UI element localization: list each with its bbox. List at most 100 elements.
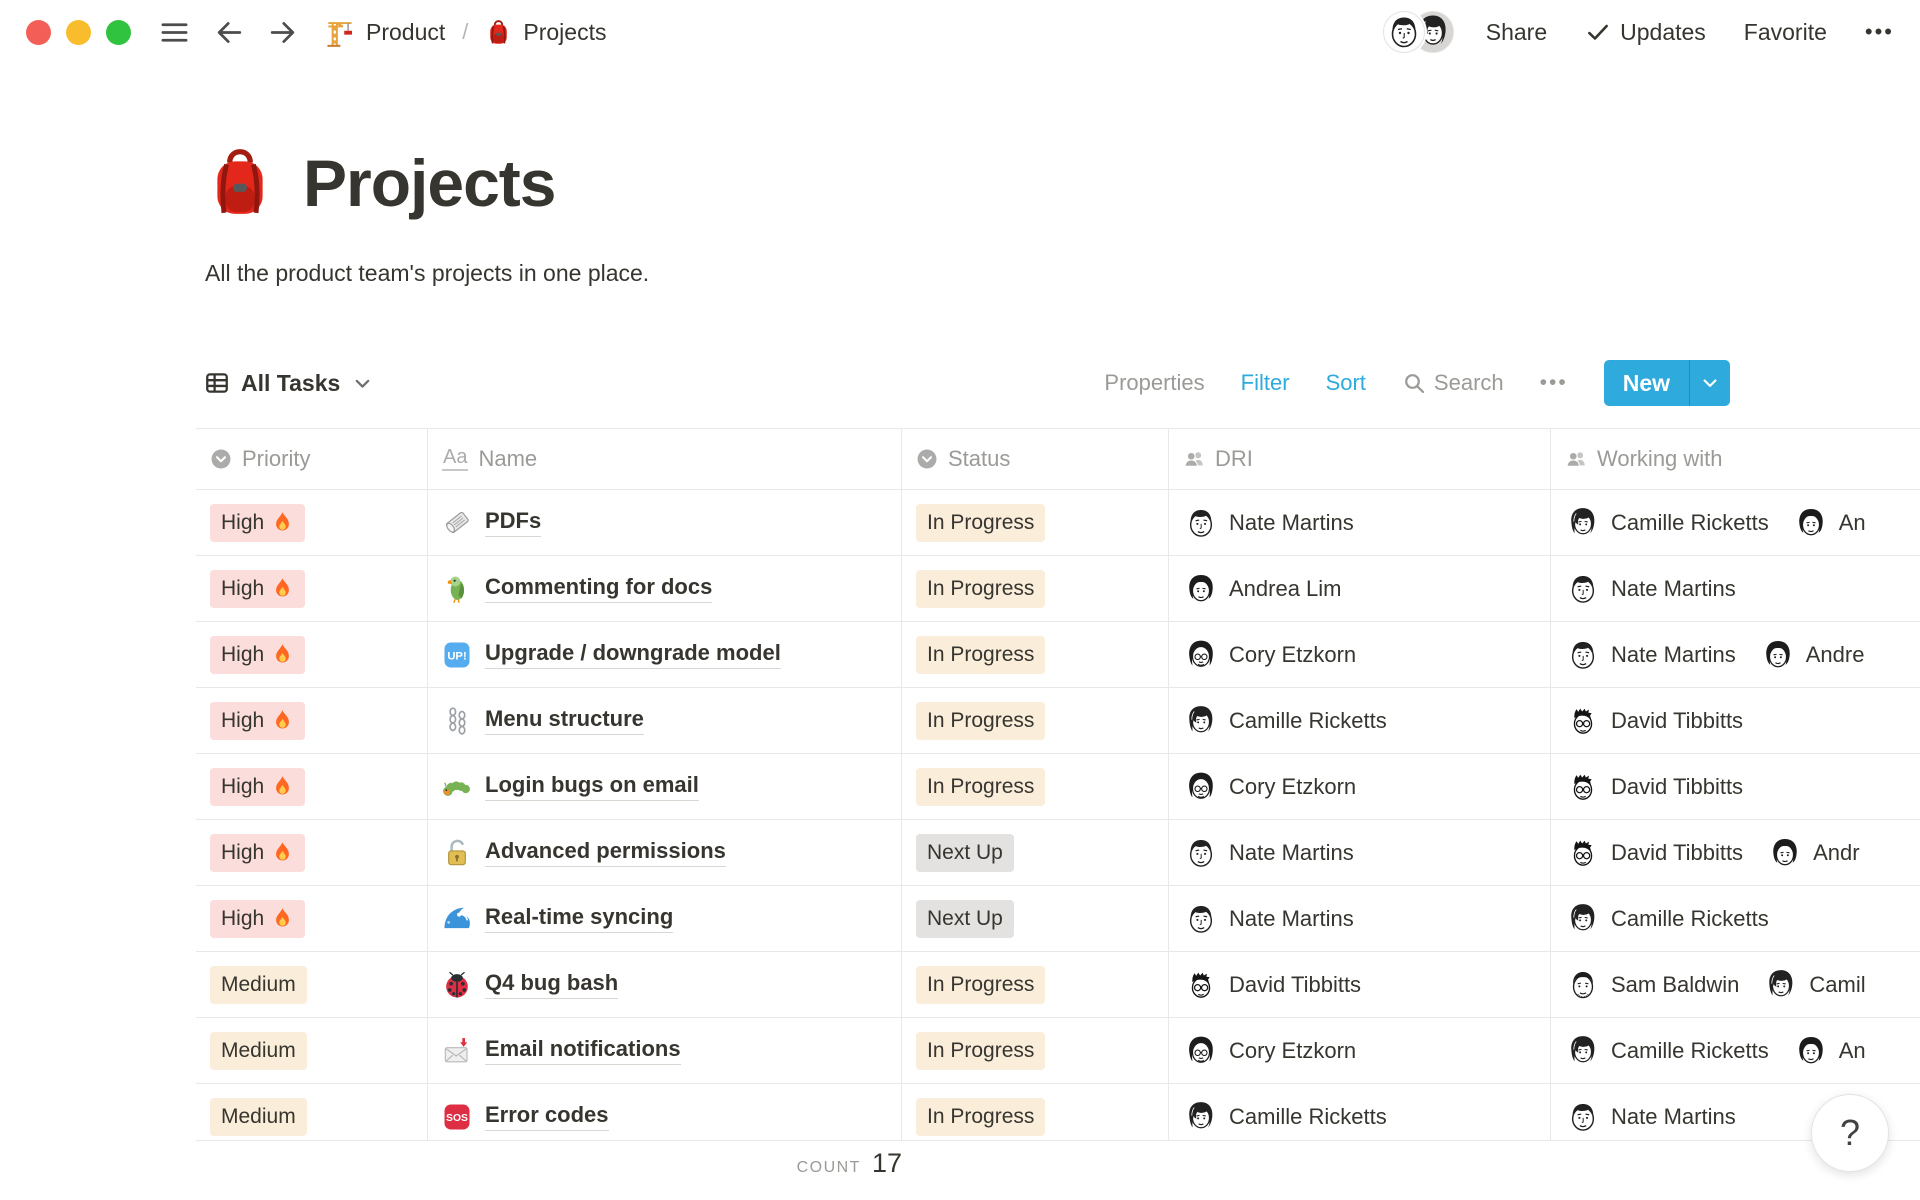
page-link[interactable]: Email notifications: [485, 1036, 681, 1065]
cell-priority[interactable]: High: [196, 688, 428, 753]
page-link[interactable]: Real-time syncing: [485, 904, 673, 933]
breadcrumb-item-projects[interactable]: Projects: [485, 19, 606, 46]
page-title[interactable]: Projects: [303, 145, 555, 221]
new-button[interactable]: New: [1604, 360, 1689, 406]
cell-priority[interactable]: High: [196, 754, 428, 819]
wave-icon: [442, 904, 472, 934]
new-dropdown-button[interactable]: [1689, 360, 1730, 406]
cell-working-with[interactable]: Camille RickettsAn: [1551, 490, 1920, 555]
column-header-working-with[interactable]: Working with: [1551, 429, 1920, 489]
cell-working-with[interactable]: David TibbittsAndr: [1551, 820, 1920, 885]
cell-priority[interactable]: High: [196, 490, 428, 555]
sidebar-menu-icon[interactable]: [159, 17, 190, 48]
cell-status[interactable]: Next Up: [902, 820, 1169, 885]
help-button[interactable]: ?: [1811, 1094, 1889, 1172]
cell-dri[interactable]: Andrea Lim: [1169, 556, 1551, 621]
column-header-name[interactable]: AaName: [428, 429, 902, 489]
cell-priority[interactable]: Medium: [196, 952, 428, 1017]
cell-dri[interactable]: Cory Etzkorn: [1169, 1018, 1551, 1083]
cell-working-with[interactable]: David Tibbitts: [1551, 754, 1920, 819]
cell-dri[interactable]: Nate Martins: [1169, 886, 1551, 951]
page-description[interactable]: All the product team's projects in one p…: [205, 260, 649, 287]
cell-working-with[interactable]: David Tibbitts: [1551, 688, 1920, 753]
cell-name[interactable]: Real-time syncing: [428, 886, 902, 951]
page-link[interactable]: Upgrade / downgrade model: [485, 640, 781, 669]
cell-name[interactable]: Upgrade / downgrade model: [428, 622, 902, 687]
zoom-button[interactable]: [106, 20, 131, 45]
column-header-status[interactable]: Status: [902, 429, 1169, 489]
avatar-camille: [1565, 505, 1601, 541]
column-header-priority[interactable]: Priority: [196, 429, 428, 489]
cell-dri[interactable]: Nate Martins: [1169, 820, 1551, 885]
cell-priority[interactable]: High: [196, 622, 428, 687]
updates-button[interactable]: Updates: [1585, 19, 1706, 46]
cell-status[interactable]: In Progress: [902, 754, 1169, 819]
cell-status[interactable]: In Progress: [902, 952, 1169, 1017]
cell-priority[interactable]: Medium: [196, 1084, 428, 1141]
cell-status[interactable]: In Progress: [902, 490, 1169, 555]
parrot-icon: [442, 574, 472, 604]
cell-name[interactable]: Error codes: [428, 1084, 902, 1141]
status-badge: Next Up: [916, 900, 1014, 938]
view-more-button[interactable]: •••: [1540, 371, 1568, 395]
cell-working-with[interactable]: Sam BaldwinCamil: [1551, 952, 1920, 1017]
page-link[interactable]: Menu structure: [485, 706, 644, 735]
close-button[interactable]: [26, 20, 51, 45]
table-body: HighPDFsIn ProgressNate MartinsCamille R…: [196, 490, 1920, 1141]
cell-name[interactable]: Commenting for docs: [428, 556, 902, 621]
cell-name[interactable]: Q4 bug bash: [428, 952, 902, 1017]
cell-name[interactable]: Email notifications: [428, 1018, 902, 1083]
page-link[interactable]: Login bugs on email: [485, 772, 699, 801]
cell-priority[interactable]: High: [196, 886, 428, 951]
fire-icon: [271, 709, 294, 732]
back-arrow-icon[interactable]: [214, 17, 245, 48]
priority-badge: High: [210, 702, 305, 740]
cell-dri[interactable]: Cory Etzkorn: [1169, 754, 1551, 819]
count-footer[interactable]: COUNT 17: [196, 1148, 902, 1179]
cell-status[interactable]: In Progress: [902, 556, 1169, 621]
cell-dri[interactable]: David Tibbitts: [1169, 952, 1551, 1017]
cell-name[interactable]: Login bugs on email: [428, 754, 902, 819]
share-button[interactable]: Share: [1486, 19, 1547, 46]
avatar-nate[interactable]: [1383, 11, 1425, 53]
favorite-button[interactable]: Favorite: [1744, 19, 1827, 46]
sort-button[interactable]: Sort: [1326, 370, 1366, 396]
cell-priority[interactable]: Medium: [196, 1018, 428, 1083]
cell-working-with[interactable]: Nate MartinsAndre: [1551, 622, 1920, 687]
page-link[interactable]: Q4 bug bash: [485, 970, 618, 999]
avatar-nate: [1183, 505, 1219, 541]
cell-status[interactable]: In Progress: [902, 622, 1169, 687]
cell-status[interactable]: In Progress: [902, 1084, 1169, 1141]
cell-dri[interactable]: Camille Ricketts: [1169, 688, 1551, 753]
search-button[interactable]: Search: [1402, 370, 1504, 396]
cell-priority[interactable]: High: [196, 820, 428, 885]
view-switcher[interactable]: All Tasks: [204, 370, 372, 397]
view-name: All Tasks: [241, 370, 340, 397]
cell-name[interactable]: Advanced permissions: [428, 820, 902, 885]
cell-dri[interactable]: Cory Etzkorn: [1169, 622, 1551, 687]
column-header-dri[interactable]: DRI: [1169, 429, 1551, 489]
page-link[interactable]: Commenting for docs: [485, 574, 712, 603]
cell-name[interactable]: Menu structure: [428, 688, 902, 753]
page-link[interactable]: PDFs: [485, 508, 541, 537]
forward-arrow-icon[interactable]: [267, 17, 298, 48]
cell-status[interactable]: In Progress: [902, 688, 1169, 753]
cell-name[interactable]: PDFs: [428, 490, 902, 555]
page-link[interactable]: Advanced permissions: [485, 838, 726, 867]
cell-status[interactable]: Next Up: [902, 886, 1169, 951]
cell-working-with[interactable]: Camille RickettsAn: [1551, 1018, 1920, 1083]
minimize-button[interactable]: [66, 20, 91, 45]
breadcrumb-item-product[interactable]: Product: [324, 17, 445, 48]
cell-working-with[interactable]: Nate Martins: [1551, 556, 1920, 621]
cell-priority[interactable]: High: [196, 556, 428, 621]
person-name: Nate Martins: [1611, 1104, 1736, 1130]
cell-dri[interactable]: Camille Ricketts: [1169, 1084, 1551, 1141]
avatar-cory: [1183, 769, 1219, 805]
properties-button[interactable]: Properties: [1104, 370, 1204, 396]
cell-dri[interactable]: Nate Martins: [1169, 490, 1551, 555]
more-options-button[interactable]: •••: [1865, 19, 1894, 45]
filter-button[interactable]: Filter: [1241, 370, 1290, 396]
cell-working-with[interactable]: Camille Ricketts: [1551, 886, 1920, 951]
page-link[interactable]: Error codes: [485, 1102, 609, 1131]
cell-status[interactable]: In Progress: [902, 1018, 1169, 1083]
